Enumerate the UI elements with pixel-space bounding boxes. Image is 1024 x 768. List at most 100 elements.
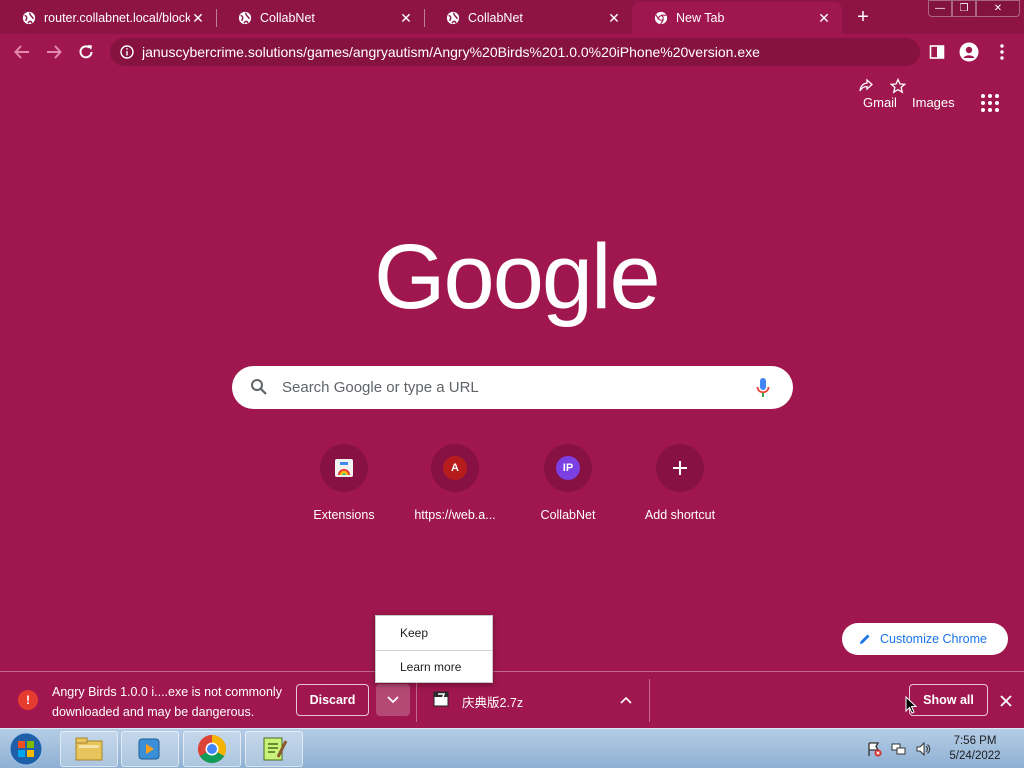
notepad-icon [263,737,288,761]
mouse-cursor-icon [905,696,917,714]
media-player-icon [138,738,160,760]
tab-title: CollabNet [468,11,523,25]
windows-start-orb-icon [9,732,43,766]
back-arrow-icon [14,45,29,59]
globe-icon [446,11,460,25]
tab-new-tab[interactable]: New Tab ✕ [632,2,842,34]
gmail-link[interactable]: Gmail [863,95,897,110]
google-apps-icon[interactable] [980,93,1000,113]
taskbar-explorer[interactable] [60,731,118,767]
taskbar-media-player[interactable] [121,731,179,767]
tab-title: router.collabnet.local/block [44,11,190,25]
download-options-button[interactable] [376,684,410,716]
google-logo: Google [374,226,661,328]
archive-file-icon [433,691,449,707]
images-link[interactable]: Images [912,95,955,110]
start-button[interactable] [6,731,46,767]
shortcut-tile [656,444,704,492]
shelf-divider [649,679,650,722]
tab-title: CollabNet [260,11,315,25]
forward-arrow-icon [47,45,62,59]
back-button[interactable] [8,38,36,66]
shortcut-web-a[interactable]: A https://web.a... [399,444,511,534]
tab-router-block[interactable]: router.collabnet.local/block ✕ [0,2,216,34]
download-warning-text: Angry Birds 1.0.0 i....exe is not common… [52,685,282,719]
reload-button[interactable] [72,38,100,66]
site-info-icon[interactable] [120,45,134,59]
shelf-divider [416,679,417,722]
download-shelf: ! Angry Birds 1.0.0 i....exe is not comm… [0,671,1024,728]
voice-search-icon[interactable] [755,377,771,399]
taskbar-chrome[interactable] [183,731,241,767]
tab-close-icon[interactable]: ✕ [816,10,832,26]
folder-icon [75,737,103,761]
chrome-icon [198,735,226,763]
shortcut-letter-avatar: A [443,456,467,480]
shortcut-extensions[interactable]: Extensions [288,444,400,534]
shortcut-tile: IP [544,444,592,492]
download-item-menu-button[interactable] [616,691,636,709]
download-context-menu: Keep Learn more [375,615,493,683]
search-box[interactable] [232,366,793,409]
menu-kebab-icon[interactable] [996,43,1008,61]
forward-button[interactable] [40,38,68,66]
globe-icon [22,11,36,25]
window-close-button[interactable]: ✕ [976,0,1020,17]
chrome-icon [654,11,668,25]
show-all-button[interactable]: Show all [909,684,988,716]
close-icon [1000,695,1012,707]
url-text: januscybercrime.solutions/games/angryaut… [142,44,760,60]
tab-close-icon[interactable]: ✕ [190,10,206,26]
address-bar[interactable]: januscybercrime.solutions/games/angryaut… [110,38,920,66]
clock-time: 7:56 PM [953,735,997,747]
browser-toolbar: januscybercrime.solutions/games/angryaut… [0,34,1024,94]
new-tab-button[interactable]: + [850,5,876,29]
discard-button[interactable]: Discard [296,684,369,716]
profile-avatar-icon[interactable] [959,42,979,62]
globe-icon [238,11,252,25]
bookmark-star-icon[interactable] [890,78,906,94]
taskbar-notepad-plus[interactable] [245,731,303,767]
tab-close-icon[interactable]: ✕ [606,10,622,26]
download-file-name: 庆典版2.7z [462,696,524,710]
customize-chrome-label: Customize Chrome [880,632,987,646]
menu-divider [376,650,492,651]
plus-icon [673,461,687,475]
reload-icon [79,45,93,59]
minimize-button[interactable]: — [928,0,952,17]
pencil-icon [860,634,870,644]
shortcut-collabnet[interactable]: IP CollabNet [512,444,624,534]
shortcut-tile [320,444,368,492]
menu-item-learn-more[interactable]: Learn more [376,652,492,682]
shortcut-add[interactable]: Add shortcut [624,444,736,534]
tab-collabnet-1[interactable]: CollabNet ✕ [216,2,424,34]
shortcut-label: Extensions [313,508,375,522]
danger-warning-icon: ! [18,690,38,710]
customize-chrome-button[interactable]: Customize Chrome [842,623,1008,655]
tab-collabnet-2[interactable]: CollabNet ✕ [424,2,632,34]
shortcut-letter-avatar: IP [556,456,580,480]
shortcut-label: Add shortcut [644,508,716,522]
extensions-icon [335,459,353,477]
maximize-button[interactable]: ❐ [952,0,976,17]
shortcut-tile: A [431,444,479,492]
menu-item-keep[interactable]: Keep [376,618,492,648]
volume-icon[interactable] [915,741,931,757]
shortcut-label: CollabNet [540,508,596,522]
network-icon[interactable] [891,741,907,757]
tab-strip: router.collabnet.local/block ✕ CollabNet… [0,0,1024,34]
share-icon[interactable] [858,78,874,94]
side-panel-icon[interactable] [929,44,945,60]
shortcut-label: https://web.a... [414,508,496,522]
clock-date: 5/24/2022 [949,750,1001,762]
windows-taskbar: 7:56 PM 5/24/2022 [0,728,1024,768]
chevron-up-icon [620,696,632,704]
tab-title: New Tab [676,11,725,25]
close-shelf-button[interactable] [996,691,1016,711]
chevron-down-icon [387,696,399,704]
search-icon [251,379,267,395]
action-center-flag-icon[interactable] [866,741,882,757]
system-clock[interactable]: 7:56 PM 5/24/2022 [940,734,1010,764]
search-input[interactable] [282,366,742,409]
tab-close-icon[interactable]: ✕ [398,10,414,26]
